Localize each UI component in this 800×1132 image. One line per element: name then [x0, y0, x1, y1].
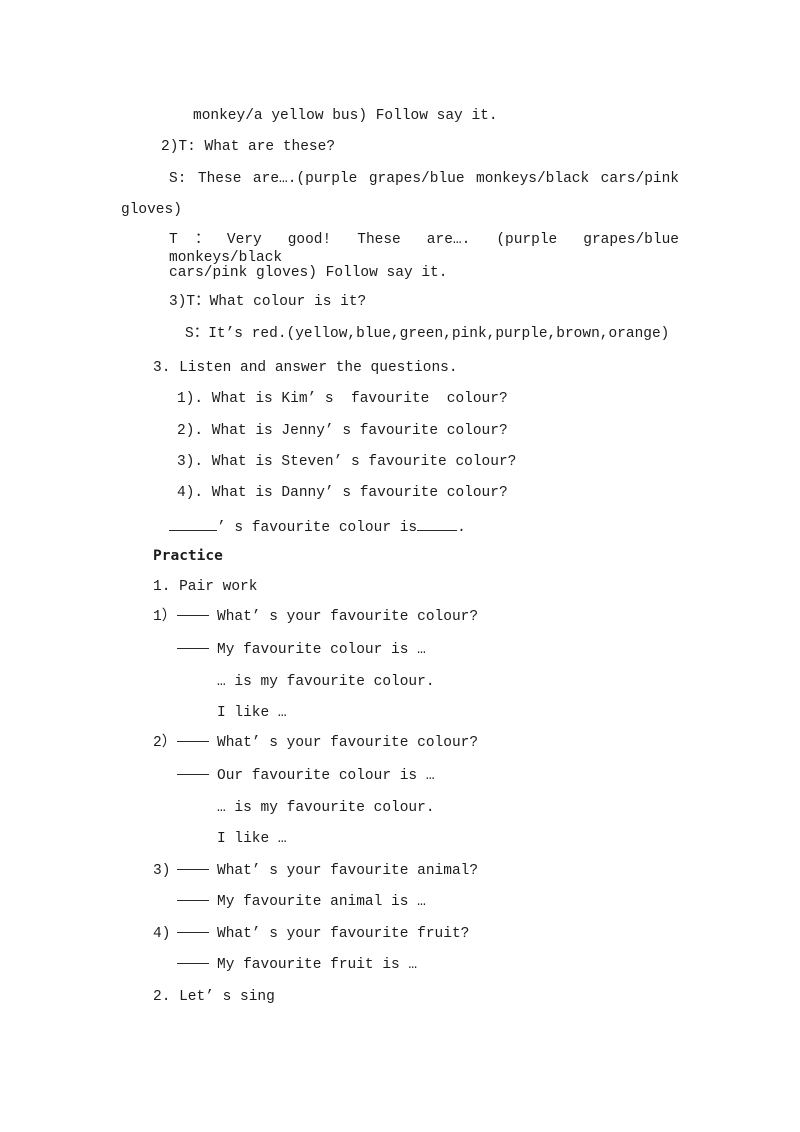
dialog-question-text: What’ s your favourite animal?: [217, 863, 479, 879]
text-line: monkey/a yellow bus) Follow say it.: [193, 108, 498, 124]
dash-icon: [177, 899, 209, 901]
dialog-number: 4): [153, 926, 171, 942]
text-line: T：Very good! These are…. (purple grapes/…: [169, 232, 679, 266]
dialog-number: 2）: [153, 735, 177, 751]
dialog-answer: My favourite animal is …: [177, 893, 426, 911]
practice-heading: Practice: [153, 548, 223, 564]
dash-icon: [177, 740, 209, 742]
section-heading: 3. Listen and answer the questions.: [153, 360, 458, 376]
dash-icon: [177, 773, 209, 775]
text-line: gloves): [121, 202, 182, 218]
answer-template: ’ s favourite colour is.: [169, 516, 466, 537]
dialog-question: 2） What’ s your favourite colour?: [153, 734, 478, 752]
dash-icon: [177, 931, 209, 933]
dialog-answer-text: My favourite colour is …: [217, 642, 426, 658]
text-line: S：It’s red.(yellow,blue,green,pink,purpl…: [185, 326, 670, 342]
dialog-answer: My favourite fruit is …: [177, 956, 417, 974]
answer-blank-name: [169, 516, 217, 531]
dialog-number: 3): [153, 863, 171, 879]
dialog-number: 1）: [153, 609, 177, 625]
question-item: 1). What is Kim’ s favourite colour?: [177, 391, 508, 407]
document-page: monkey/a yellow bus) Follow say it. 2)T:…: [0, 0, 800, 1132]
dash-icon: [177, 868, 209, 870]
dialog-extra: … is my favourite colour.: [217, 800, 435, 816]
dialog-question: 1） What’ s your favourite colour?: [153, 608, 478, 626]
dialog-answer-text: My favourite fruit is …: [217, 957, 418, 973]
dialog-question: 4) What’ s your favourite fruit?: [153, 925, 469, 943]
dialog-question-text: What’ s your favourite fruit?: [217, 926, 470, 942]
answer-template-text: ’ s favourite colour is: [217, 520, 418, 536]
dash-icon: [177, 647, 209, 649]
dialog-question-text: What’ s your favourite colour?: [217, 735, 479, 751]
dialog-answer-text: My favourite animal is …: [217, 894, 426, 910]
dialog-extra: … is my favourite colour.: [217, 674, 435, 690]
dialog-answer: My favourite colour is …: [177, 641, 426, 659]
dialog-extra: I like …: [217, 831, 287, 847]
answer-blank-colour: [417, 516, 458, 531]
pair-work-title: 1. Pair work: [153, 579, 258, 595]
question-item: 3). What is Steven’ s favourite colour?: [177, 454, 517, 470]
dialog-answer-text: Our favourite colour is …: [217, 768, 435, 784]
answer-template-end: .: [457, 520, 466, 536]
text-line: S: These are….(purple grapes/blue monkey…: [169, 171, 679, 187]
question-item: 4). What is Danny’ s favourite colour?: [177, 485, 508, 501]
lets-sing-title: 2. Let’ s sing: [153, 989, 275, 1005]
dialog-extra: I like …: [217, 705, 287, 721]
dialog-question: 3) What’ s your favourite animal?: [153, 862, 478, 880]
text-line: 3)T：What colour is it?: [169, 294, 367, 310]
dash-icon: [177, 614, 209, 616]
text-line: 2)T: What are these?: [161, 139, 336, 155]
dash-icon: [177, 962, 209, 964]
question-item: 2). What is Jenny’ s favourite colour?: [177, 423, 508, 439]
dialog-answer: Our favourite colour is …: [177, 767, 435, 785]
dialog-question-text: What’ s your favourite colour?: [217, 609, 479, 625]
text-line: cars/pink gloves) Follow say it.: [169, 265, 448, 281]
